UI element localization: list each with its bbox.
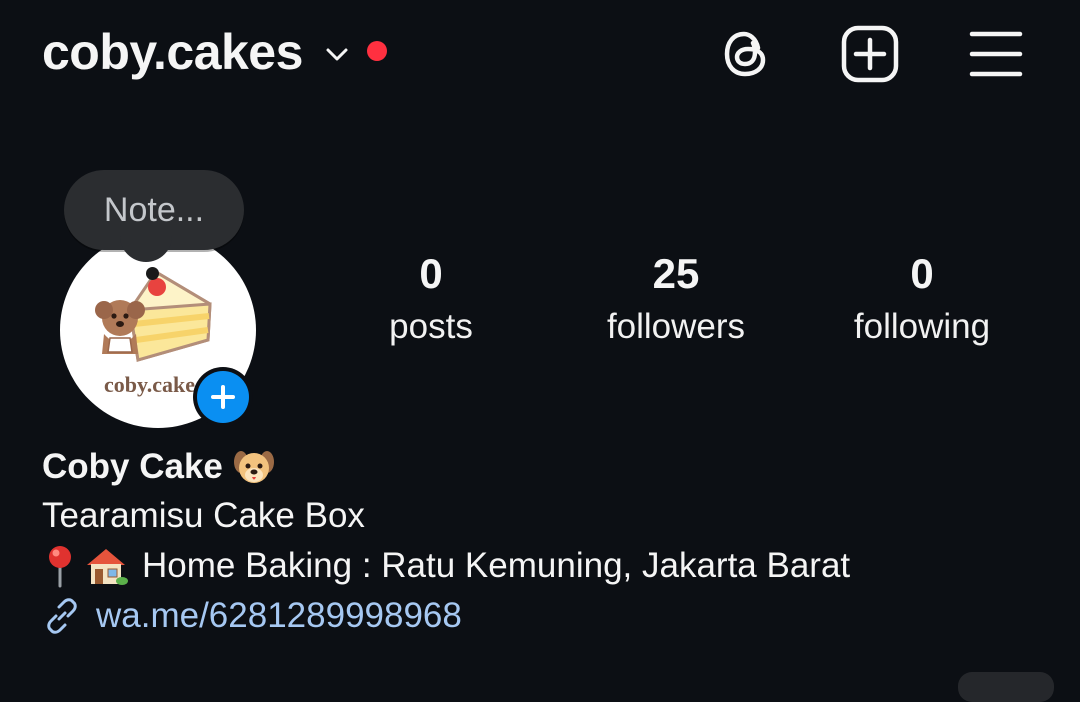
threads-button[interactable] bbox=[714, 22, 778, 86]
top-bar: coby.cakes bbox=[0, 0, 1080, 110]
following-label: following bbox=[853, 307, 991, 346]
account-switcher[interactable]: coby.cakes bbox=[42, 22, 387, 82]
add-story-button[interactable] bbox=[193, 367, 253, 427]
stat-posts[interactable]: 0 posts bbox=[321, 248, 541, 354]
hamburger-menu-icon bbox=[969, 31, 1023, 77]
username-title: coby.cakes bbox=[42, 24, 303, 80]
posts-count: 0 bbox=[419, 250, 443, 297]
menu-button[interactable] bbox=[964, 22, 1028, 86]
stat-followers[interactable]: 25 followers bbox=[566, 248, 786, 354]
add-story-circle bbox=[197, 371, 249, 423]
chevron-down-icon bbox=[326, 48, 348, 61]
house-with-garden-icon bbox=[87, 549, 128, 585]
posts-label: posts bbox=[389, 307, 473, 346]
dog-face-emoji-icon bbox=[233, 451, 274, 483]
note-bubble-dot bbox=[146, 267, 159, 280]
stat-following[interactable]: 0 following bbox=[812, 248, 1032, 354]
display-name: Coby Cake bbox=[42, 447, 223, 486]
display-name-row: Coby Cake bbox=[42, 443, 1042, 491]
notification-dot bbox=[366, 41, 387, 61]
partial-button-edge bbox=[958, 672, 1054, 702]
followers-label: followers bbox=[606, 307, 746, 346]
link-icon bbox=[47, 598, 77, 634]
plus-icon bbox=[211, 385, 235, 409]
note-placeholder: Note... bbox=[103, 190, 205, 229]
followers-count: 25 bbox=[652, 250, 700, 297]
bio-line-tagline: Tearamisu Cake Box bbox=[42, 496, 365, 535]
following-count: 0 bbox=[910, 250, 934, 297]
round-pushpin-icon bbox=[49, 546, 71, 588]
threads-icon bbox=[724, 31, 766, 77]
link-text: wa.me/6281289998968 bbox=[96, 596, 462, 635]
create-button[interactable] bbox=[838, 22, 902, 86]
bio-line-location: Home Baking : Ratu Kemuning, Jakarta Bar… bbox=[42, 541, 1042, 591]
location-text: Home Baking : Ratu Kemuning, Jakarta Bar… bbox=[142, 546, 851, 585]
plus-square-icon bbox=[841, 25, 899, 83]
avatar-logo-text: coby.cake bbox=[104, 372, 196, 397]
bio-link[interactable]: wa.me/6281289998968 bbox=[42, 591, 1042, 641]
profile-bio: Coby Cake Tearamisu Cake Box Home Baking… bbox=[42, 443, 1042, 641]
